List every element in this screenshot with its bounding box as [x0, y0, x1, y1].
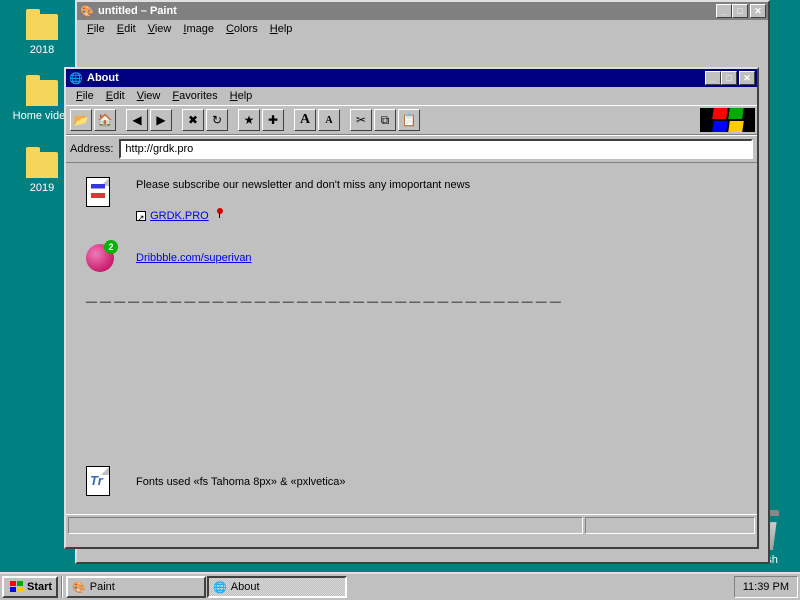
window-about[interactable]: 🌐 About _ □ ✕ File Edit View Favorites H… — [64, 67, 759, 549]
minimize-button[interactable]: _ — [705, 71, 721, 85]
windows-logo-icon — [700, 108, 755, 132]
menu-help[interactable]: Help — [224, 88, 259, 104]
toolbar: 📂 🏠 ◀ ▶ ✖ ↻ ★ ✚ A A ✂ ⧉ 📋 — [66, 105, 757, 135]
desktop-icon-label: Home video — [12, 110, 72, 122]
maximize-button[interactable]: □ — [732, 4, 748, 18]
newsletter-text: Please subscribe our newsletter and don'… — [136, 177, 470, 193]
folder-icon — [26, 80, 58, 106]
taskbar-item-label: Paint — [90, 581, 115, 593]
address-input[interactable] — [119, 139, 753, 159]
desktop-folder-home-video[interactable]: Home video — [12, 80, 72, 122]
globe-icon: 🌐 — [68, 70, 84, 86]
content-area: Please subscribe our newsletter and don'… — [66, 163, 757, 514]
address-bar: Address: — [66, 135, 757, 163]
close-button[interactable]: ✕ — [750, 4, 766, 18]
back-button[interactable]: ◀ — [126, 109, 148, 131]
menu-favorites[interactable]: Favorites — [166, 88, 223, 104]
pin-icon — [216, 207, 224, 219]
menu-file[interactable]: File — [81, 21, 111, 37]
minimize-button[interactable]: _ — [716, 4, 732, 18]
dribbble-row: 2 Dribbble.com/superivan — [86, 244, 737, 276]
add-favorite-button[interactable]: ✚ — [262, 109, 284, 131]
address-label: Address: — [70, 143, 119, 155]
font-smaller-button[interactable]: A — [318, 109, 340, 131]
system-tray[interactable]: 11:39 PM — [734, 576, 798, 598]
start-button[interactable]: Start — [2, 576, 58, 598]
notification-badge: 2 — [104, 240, 118, 254]
titlebar-about[interactable]: 🌐 About _ □ ✕ — [66, 69, 757, 87]
window-title: About — [87, 72, 705, 84]
copy-button[interactable]: ⧉ — [374, 109, 396, 131]
font-larger-button[interactable]: A — [294, 109, 316, 131]
taskbar-item-paint[interactable]: 🎨 Paint — [66, 576, 206, 598]
menubar-about: File Edit View Favorites Help — [66, 87, 757, 105]
paint-icon: 🎨 — [79, 3, 95, 19]
grdk-link[interactable]: GRDK.PRO — [150, 210, 209, 222]
divider: — — — — — — — — — — — — — — — — — — — — … — [86, 296, 737, 308]
close-button[interactable]: ✕ — [739, 71, 755, 85]
fonts-row: Tr Fonts used «fs Tahoma 8px» & «pxlveti… — [86, 466, 346, 498]
desktop-folder-2018[interactable]: 2018 — [12, 14, 72, 56]
globe-icon: 🌐 — [213, 581, 227, 594]
menu-image[interactable]: Image — [177, 21, 220, 37]
window-title: untitled – Paint — [98, 5, 716, 17]
menu-view[interactable]: View — [142, 21, 178, 37]
menu-help[interactable]: Help — [264, 21, 299, 37]
status-pane — [585, 517, 755, 534]
open-button[interactable]: 📂 — [70, 109, 92, 131]
clock: 11:39 PM — [743, 581, 789, 593]
forward-button[interactable]: ▶ — [150, 109, 172, 131]
start-label: Start — [27, 581, 52, 593]
paint-icon: 🎨 — [72, 581, 86, 594]
dribbble-icon: 2 — [86, 244, 118, 276]
status-pane — [68, 517, 583, 534]
menu-colors[interactable]: Colors — [220, 21, 264, 37]
windows-logo-icon — [8, 580, 24, 594]
stop-button[interactable]: ✖ — [182, 109, 204, 131]
menu-edit[interactable]: Edit — [111, 21, 142, 37]
menu-view[interactable]: View — [131, 88, 167, 104]
menu-file[interactable]: File — [70, 88, 100, 104]
menubar-paint: File Edit View Image Colors Help — [77, 20, 768, 38]
desktop-folder-2019[interactable]: 2019 — [12, 152, 72, 194]
cut-button[interactable]: ✂ — [350, 109, 372, 131]
maximize-button[interactable]: □ — [721, 71, 737, 85]
desktop-icon-label: 2019 — [12, 182, 72, 194]
refresh-button[interactable]: ↻ — [206, 109, 228, 131]
taskbar-separator — [61, 576, 63, 598]
favorites-button[interactable]: ★ — [238, 109, 260, 131]
taskbar-item-about[interactable]: 🌐 About — [207, 576, 347, 598]
folder-icon — [26, 152, 58, 178]
fonts-text: Fonts used «fs Tahoma 8px» & «pxlvetica» — [136, 466, 346, 490]
desktop-icon-label: 2018 — [12, 44, 72, 56]
taskbar-item-label: About — [231, 581, 260, 593]
newsletter-row: Please subscribe our newsletter and don'… — [86, 177, 737, 224]
document-icon — [86, 177, 118, 209]
titlebar-paint[interactable]: 🎨 untitled – Paint _ □ ✕ — [77, 2, 768, 20]
menu-edit[interactable]: Edit — [100, 88, 131, 104]
dribbble-link[interactable]: Dribbble.com/superivan — [136, 252, 252, 264]
folder-icon — [26, 14, 58, 40]
shortcut-icon — [136, 211, 146, 221]
font-file-icon: Tr — [86, 466, 118, 498]
status-bar — [66, 514, 757, 534]
taskbar: Start 🎨 Paint 🌐 About 11:39 PM — [0, 572, 800, 600]
paste-button[interactable]: 📋 — [398, 109, 420, 131]
home-button[interactable]: 🏠 — [94, 109, 116, 131]
